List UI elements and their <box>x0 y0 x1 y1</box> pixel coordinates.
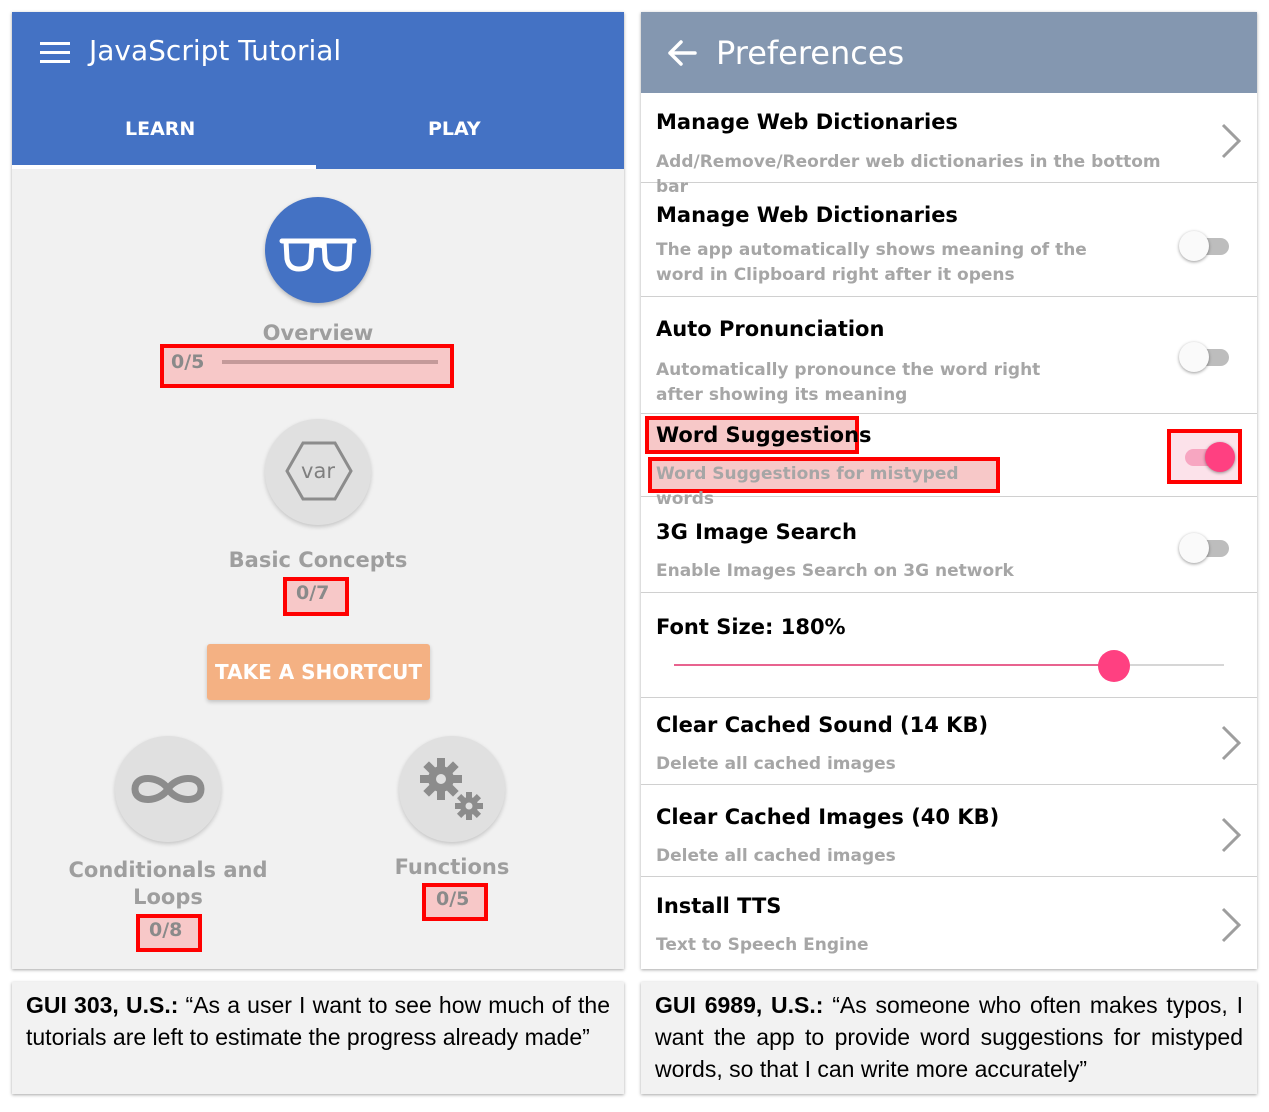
tab-indicator <box>12 165 316 169</box>
javascript-tutorial-screen: JavaScript Tutorial LEARN PLAY Overview … <box>12 12 624 969</box>
app-bar: JavaScript Tutorial LEARN PLAY <box>12 12 624 169</box>
pref-row-auto-pronunciation[interactable]: Auto Pronunciation Automatically pronoun… <box>641 297 1257 414</box>
pref-subtitle: Delete all cached images <box>656 846 896 866</box>
preferences-screen: Preferences Manage Web Dictionaries Add/… <box>641 12 1257 969</box>
conditionals-label: Conditionals and Loops <box>68 858 268 909</box>
pref-title: Install TTS <box>656 894 782 918</box>
pref-subtitle: The app automatically shows meaning of t… <box>656 240 1087 285</box>
tab-play[interactable]: PLAY <box>428 118 481 140</box>
word-suggestions-toggle[interactable] <box>1179 442 1235 472</box>
pref-row-clear-cached-images[interactable]: Clear Cached Images (40 KB) Delete all c… <box>641 785 1257 877</box>
3g-image-search-toggle[interactable] <box>1179 533 1235 563</box>
page-title: Preferences <box>716 34 905 72</box>
pref-row-manage-web-dictionaries[interactable]: Manage Web Dictionaries Add/Remove/Reord… <box>641 93 1257 197</box>
pref-row-auto-show-meaning[interactable]: Manage Web Dictionaries The app automati… <box>641 183 1257 297</box>
var-icon-text: var <box>301 459 335 483</box>
pref-row-word-suggestions[interactable]: Word Suggestions Word Suggestions for mi… <box>641 414 1257 509</box>
functions-progress-count: 0/5 <box>436 888 470 910</box>
pref-row-font-size: Font Size: 180% <box>641 593 1257 698</box>
pref-title: Font Size: 180% <box>656 615 846 639</box>
conditionals-lesson-button[interactable] <box>115 736 221 842</box>
conditionals-progress-count: 0/8 <box>149 919 183 941</box>
auto-show-meaning-toggle[interactable] <box>1179 231 1235 261</box>
pref-row-3g-image-search[interactable]: 3G Image Search Enable Images Search on … <box>641 497 1257 593</box>
overview-progress-count: 0/5 <box>171 351 205 373</box>
pref-title: Clear Cached Sound (14 KB) <box>656 713 989 737</box>
app-title: JavaScript Tutorial <box>89 34 342 67</box>
pref-title: Clear Cached Images (40 KB) <box>656 805 1000 829</box>
basic-concepts-progress-count: 0/7 <box>296 582 330 604</box>
overview-label: Overview <box>262 321 374 345</box>
pref-subtitle: Text to Speech Engine <box>656 935 869 955</box>
gears-icon <box>420 758 483 820</box>
back-arrow-icon[interactable] <box>667 39 697 67</box>
auto-pronunciation-toggle[interactable] <box>1179 342 1235 372</box>
tab-learn[interactable]: LEARN <box>125 118 195 140</box>
basic-concepts-lesson-button[interactable]: var <box>265 419 371 525</box>
take-a-shortcut-button[interactable]: TAKE A SHORTCUT <box>207 644 430 700</box>
chevron-right-icon <box>1221 123 1242 159</box>
infinity-icon <box>131 775 205 803</box>
basic-concepts-label: Basic Concepts <box>228 548 408 572</box>
chevron-right-icon <box>1221 725 1242 761</box>
pref-row-install-tts[interactable]: Install TTS Text to Speech Engine <box>641 877 1257 969</box>
pref-subtitle: Enable Images Search on 3G network <box>656 561 1014 581</box>
chevron-right-icon <box>1221 907 1242 943</box>
caption-label: GUI 303, U.S.: <box>26 992 179 1018</box>
pref-title: 3G Image Search <box>656 520 857 544</box>
glasses-icon <box>279 238 357 272</box>
functions-label: Functions <box>394 855 510 879</box>
caption-label: GUI 6989, U.S.: <box>655 992 824 1018</box>
pref-title: Manage Web Dictionaries <box>656 110 958 134</box>
pref-title: Word Suggestions <box>656 423 872 447</box>
pref-subtitle: Delete all cached images <box>656 754 896 774</box>
pref-subtitle: Automatically pronounce the word right a… <box>656 360 1041 405</box>
user-story-caption-left: GUI 303, U.S.: “As a user I want to see … <box>12 982 624 1094</box>
menu-icon[interactable] <box>40 42 70 64</box>
slider-fill <box>674 664 1114 666</box>
user-story-caption-right: GUI 6989, U.S.: “As someone who often ma… <box>641 982 1257 1094</box>
app-bar: Preferences <box>641 12 1257 93</box>
pref-row-clear-cached-sound[interactable]: Clear Cached Sound (14 KB) Delete all ca… <box>641 698 1257 785</box>
overview-lesson-button[interactable] <box>265 197 371 303</box>
functions-lesson-button[interactable] <box>399 736 505 842</box>
slider-thumb[interactable] <box>1098 650 1130 682</box>
pref-title: Auto Pronunciation <box>656 317 885 341</box>
font-size-slider[interactable] <box>674 650 1224 682</box>
pref-title: Manage Web Dictionaries <box>656 203 958 227</box>
overview-progress-bar <box>222 360 438 364</box>
chevron-right-icon <box>1221 817 1242 853</box>
